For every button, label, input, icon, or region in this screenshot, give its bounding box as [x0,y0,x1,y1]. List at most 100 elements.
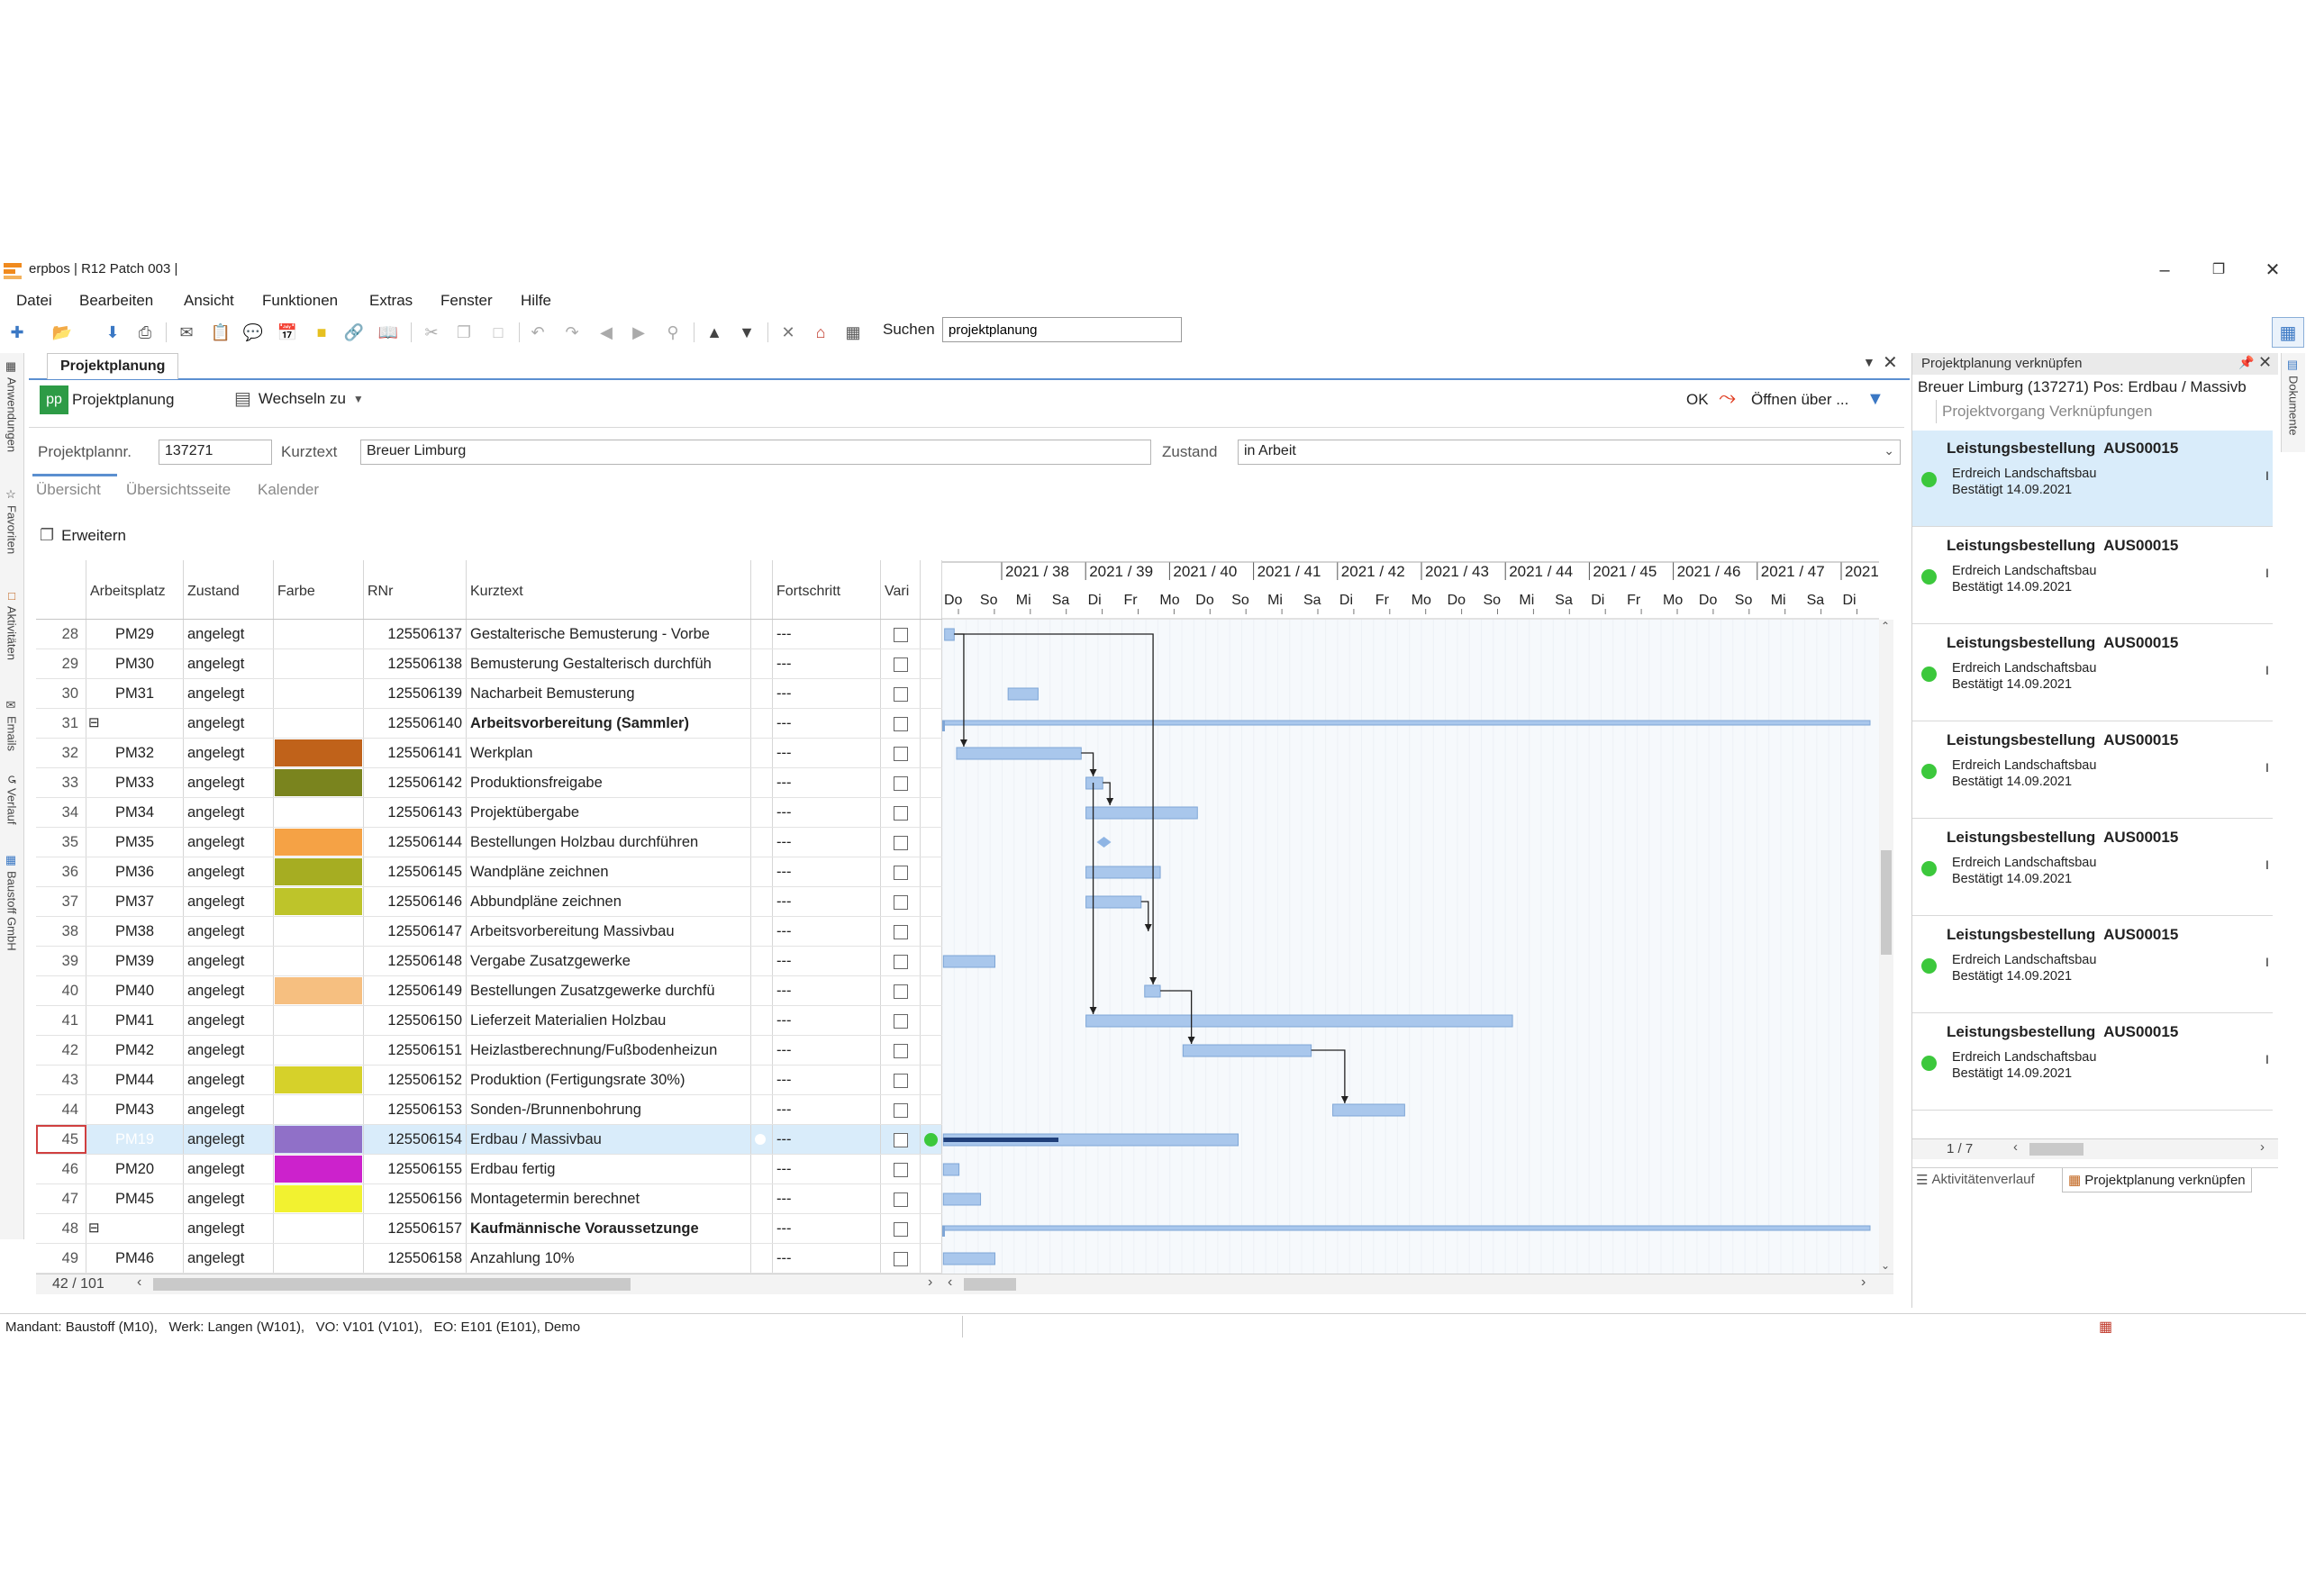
color-cell[interactable] [274,887,364,916]
vari-cell[interactable] [881,620,921,648]
row-number-cell[interactable]: 38 [36,917,86,946]
table-row[interactable]: 45 PM19 angelegt 125506154 Erdbau / Massivba… [36,1125,942,1155]
indicator-cell[interactable] [921,1036,942,1065]
vertical-scrollbar[interactable]: ⌃ ⌄ [1879,620,1893,1274]
tab-projektplanung-verknuepfen[interactable]: ▦ Projektplanung verknüpfen [2062,1168,2252,1192]
progress-cell[interactable]: --- [773,1125,881,1154]
link-card[interactable]: Leistungsbestellung AUS00015 Erdreich Lan… [1912,431,2273,527]
text-cell[interactable]: Montagetermin berechnet [467,1184,751,1213]
state-cell[interactable]: angelegt [184,649,274,678]
expand-button[interactable]: ❐ Erweitern [40,526,126,545]
zoom-icon[interactable]: ⚲ [661,321,685,344]
color-cell[interactable] [274,798,364,827]
table-row[interactable]: 28 PM29 angelegt 125506137 Gestalterische Be… [36,620,942,649]
vari-cell[interactable] [881,679,921,708]
vari-checkbox[interactable] [894,1014,908,1029]
text-cell[interactable]: Werkplan [467,739,751,767]
vari-cell[interactable] [881,947,921,975]
spacer-cell[interactable] [751,1006,773,1035]
task-bar[interactable] [942,1252,996,1265]
close-icon[interactable]: ✕ [2258,353,2272,372]
calendar-icon[interactable]: 📅 [276,321,299,344]
short-text-field[interactable]: Breuer Limburg [360,440,1151,465]
progress-cell[interactable]: --- [773,739,881,767]
color-cell[interactable] [274,917,364,946]
arrow-down-icon[interactable]: ▼ [735,321,758,344]
row-number-cell[interactable]: 31 [36,709,86,738]
layout-switch-icon[interactable]: ▦ [2272,317,2304,348]
state-cell[interactable]: angelegt [184,1184,274,1213]
indicator-cell[interactable] [921,739,942,767]
text-cell[interactable]: Erdbau fertig [467,1155,751,1183]
progress-cell[interactable]: --- [773,1214,881,1243]
state-cell[interactable]: angelegt [184,679,274,708]
workplace-cell[interactable]: PM37 [86,887,184,916]
row-number-cell[interactable]: 45 [36,1125,86,1154]
vari-checkbox[interactable] [894,1222,908,1237]
vari-cell[interactable] [881,976,921,1005]
link-card[interactable]: Leistungsbestellung AUS00015 Erdreich Lan… [1912,625,2273,721]
rnr-cell[interactable]: 125506141 [364,739,467,767]
sidebar-tab-aktivitaeten[interactable]: □ Aktivitäten [2,589,22,660]
workplace-cell[interactable]: PM40 [86,976,184,1005]
table-row[interactable]: 29 PM30 angelegt 125506138 Bemusterung Gesta… [36,649,942,679]
vari-cell[interactable] [881,739,921,767]
color-cell[interactable] [274,1184,364,1213]
workplace-cell[interactable]: PM32 [86,739,184,767]
text-cell[interactable]: Anzahlung 10% [467,1244,751,1273]
rnr-cell[interactable]: 125506144 [364,828,467,857]
table-row[interactable]: 43 PM44 angelegt 125506152 Produktion (Ferti… [36,1066,942,1095]
subtab-uebersicht[interactable]: Übersicht [36,481,101,499]
row-number-cell[interactable]: 35 [36,828,86,857]
vari-cell[interactable] [881,768,921,797]
row-number-cell[interactable]: 39 [36,947,86,975]
spacer-cell[interactable] [751,649,773,678]
indicator-cell[interactable] [921,679,942,708]
indicator-cell[interactable] [921,947,942,975]
forward-icon[interactable]: ▶ [627,321,650,344]
cut-icon[interactable]: ✂ [420,321,443,344]
vari-cell[interactable] [881,1006,921,1035]
vari-checkbox[interactable] [894,1252,908,1266]
ok-button[interactable]: OK [1686,391,1709,409]
vari-cell[interactable] [881,887,921,916]
color-cell[interactable] [274,947,364,975]
indicator-cell[interactable] [921,1155,942,1183]
state-cell[interactable]: angelegt [184,976,274,1005]
subtab-uebersichtsseite[interactable]: Übersichtsseite [126,481,231,499]
color-cell[interactable] [274,739,364,767]
table-row[interactable]: 41 PM41 angelegt 125506150 Lieferzeit Materi… [36,1006,942,1036]
workplace-cell[interactable]: PM20 [86,1155,184,1183]
color-cell[interactable] [274,1125,364,1154]
workplace-cell[interactable]: PM35 [86,828,184,857]
link-card[interactable]: Leistungsbestellung AUS00015 Erdreich Lan… [1912,528,2273,624]
spacer-cell[interactable] [751,887,773,916]
spacer-cell[interactable] [751,1066,773,1094]
table-row[interactable]: 39 PM39 angelegt 125506148 Vergabe Zusatzgew… [36,947,942,976]
new-icon[interactable]: ✚ [5,321,29,344]
indicator-cell[interactable] [921,1006,942,1035]
gantt-scroll-left-icon[interactable]: ‹ [948,1274,952,1291]
menu-extras[interactable]: Extras [369,292,413,310]
progress-cell[interactable]: --- [773,649,881,678]
menu-ansicht[interactable]: Ansicht [184,292,234,310]
clipboard-icon[interactable]: 📋 [209,321,232,344]
row-number-cell[interactable]: 41 [36,1006,86,1035]
workplace-cell[interactable]: PM38 [86,917,184,946]
vari-checkbox[interactable] [894,657,908,672]
table-row[interactable]: 47 PM45 angelegt 125506156 Montagetermin ber… [36,1184,942,1214]
row-number-cell[interactable]: 46 [36,1155,86,1183]
spacer-cell[interactable] [751,976,773,1005]
spacer-cell[interactable] [751,857,773,886]
progress-cell[interactable]: --- [773,679,881,708]
color-cell[interactable] [274,1036,364,1065]
workplace-cell[interactable]: PM43 [86,1095,184,1124]
table-row[interactable]: 36 PM36 angelegt 125506145 Wandpläne zeichne… [36,857,942,887]
minimize-button[interactable]: – [2144,258,2185,283]
menu-datei[interactable]: Datei [16,292,52,310]
task-bar[interactable] [942,955,996,968]
text-cell[interactable]: Bemusterung Gestalterisch durchfüh [467,649,751,678]
copy-icon[interactable]: ❐ [452,321,476,344]
scroll-left-icon[interactable]: ‹ [137,1274,141,1291]
progress-cell[interactable]: --- [773,1184,881,1213]
